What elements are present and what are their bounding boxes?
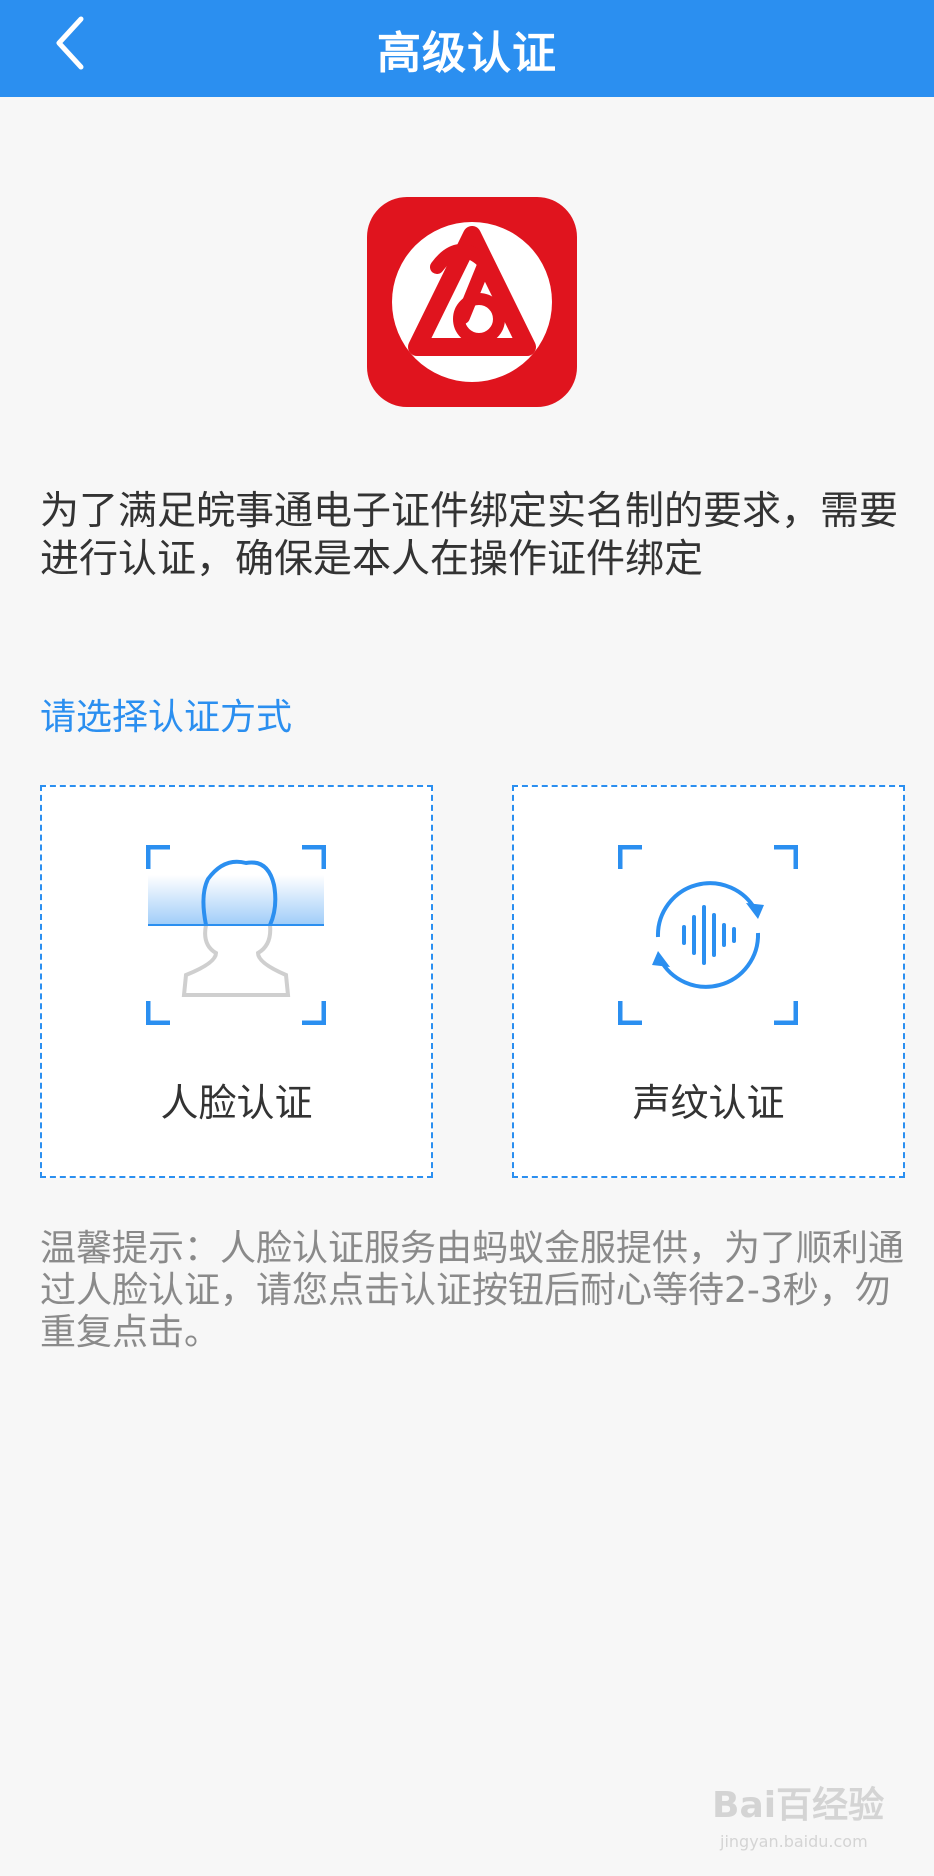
watermark-main: Bai百经验 (712, 1785, 885, 1826)
app-logo-icon (367, 197, 577, 407)
chevron-left-icon (56, 16, 84, 70)
voice-auth-option[interactable]: 声纹认证 (512, 785, 905, 1178)
header-bar: 高级认证 (0, 0, 934, 97)
tip-text: 温馨提示：人脸认证服务由蚂蚁金服提供，为了顺利通过人脸认证，请您点击认证按钮后耐… (40, 1228, 905, 1353)
watermark-sub: jingyan.baidu.com (720, 1832, 868, 1851)
baidu-watermark: Bai百经验 jingyan.baidu.com (712, 1776, 912, 1866)
intro-text: 为了满足皖事通电子证件绑定实名制的要求，需要进行认证，确保是本人在操作证件绑定 (40, 489, 899, 582)
page-title: 高级认证 (377, 27, 557, 79)
face-auth-option[interactable]: 人脸认证 (40, 785, 433, 1178)
face-auth-label: 人脸认证 (160, 1081, 313, 1125)
voiceprint-icon (617, 844, 799, 1026)
face-scan-icon (145, 844, 327, 1026)
section-label: 请选择认证方式 (40, 697, 293, 738)
voice-auth-label: 声纹认证 (632, 1081, 785, 1125)
back-button[interactable] (40, 8, 100, 78)
